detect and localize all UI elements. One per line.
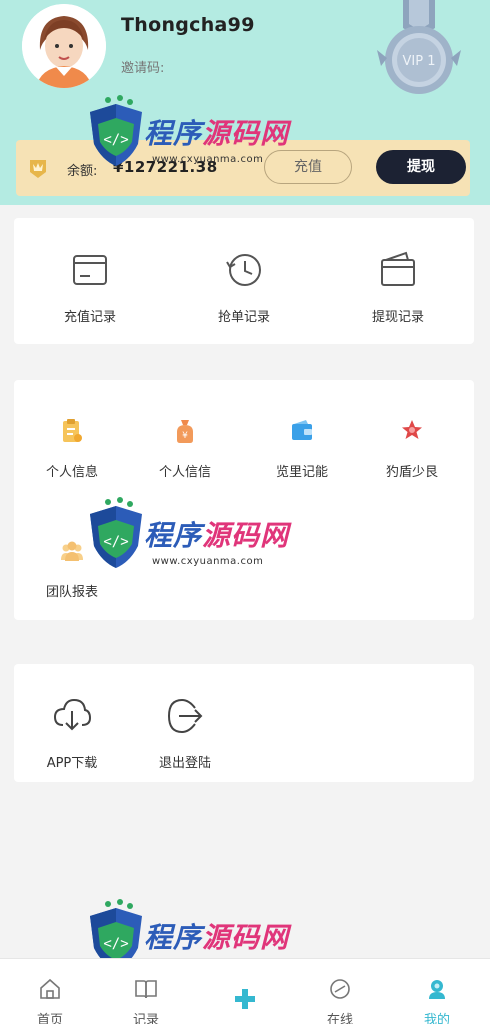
logout-label: 退出登陆: [158, 756, 211, 771]
withdraw-records-item[interactable]: 提现记录: [358, 250, 438, 325]
watermark-title: 程序源码网: [144, 117, 290, 150]
app-download-label: APP下载: [46, 756, 98, 771]
svg-text:¥: ¥: [182, 431, 188, 441]
book-icon: [135, 980, 157, 999]
crown-badge-icon: [30, 160, 46, 178]
chat-icon: [330, 979, 350, 999]
team-level-item[interactable]: 犳盾少艮: [374, 418, 450, 480]
team-icon: [61, 541, 83, 561]
records-card: 充值记录 抢单记录 提现记录: [14, 218, 474, 344]
user-icon: [429, 980, 445, 999]
nav-mine-label: 我的: [423, 1013, 450, 1024]
watermark-title: 程序源码网: [144, 921, 290, 954]
username: Thongcha99: [121, 14, 255, 36]
avatar-girl-icon: [22, 4, 106, 88]
personal-info-label: 个人信息: [45, 465, 98, 480]
withdraw-records-label: 提现记录: [371, 310, 424, 325]
actions-card: APP下载 退出登陆: [14, 664, 474, 782]
logout-item[interactable]: 退出登陆: [147, 696, 223, 771]
nav-records-label: 记录: [132, 1013, 159, 1024]
watermark-logo: </> 程序源码网 www.cxyuanma.com: [86, 496, 336, 596]
wallet-blue-icon: [292, 420, 312, 440]
cloud-download-icon: [53, 698, 92, 731]
watermark-title: 程序源码网: [144, 519, 290, 552]
withdraw-button[interactable]: 提现: [376, 150, 466, 184]
nav-center[interactable]: [215, 977, 275, 1019]
recharge-records-label: 充值记录: [63, 310, 116, 325]
nav-online[interactable]: 在线: [310, 977, 370, 1024]
svg-text:VIP 1: VIP 1: [403, 54, 436, 69]
svg-text:</>: </>: [103, 132, 128, 148]
plus-icon: [235, 989, 255, 1009]
nav-records[interactable]: 记录: [116, 977, 176, 1024]
personal-letter-label: 个人信信: [158, 465, 211, 480]
svg-text:</>: </>: [103, 936, 128, 952]
shield-code-icon: </>: [90, 497, 142, 568]
nav-home-label: 首页: [36, 1013, 63, 1024]
app-download-item[interactable]: APP下载: [34, 696, 110, 771]
clipboard-icon: [63, 419, 82, 442]
order-records-label: 抢单记录: [217, 310, 270, 325]
shield-code-icon: </>: [90, 95, 142, 166]
watermark-url: www.cxyuanma.com: [152, 154, 264, 165]
watermark-logo: </> 程序源码网 www.cxyuanma.com: [86, 94, 336, 194]
star-badge-icon: [402, 420, 422, 439]
home-icon: [40, 978, 60, 999]
bill-record-item[interactable]: 览里记能: [264, 418, 340, 480]
money-bag-icon: ¥: [177, 420, 193, 443]
order-records-item[interactable]: 抢单记录: [204, 250, 284, 325]
card-icon: [73, 255, 107, 285]
personal-letter-item[interactable]: ¥ 个人信信: [147, 418, 223, 480]
wallet-icon: [381, 251, 415, 286]
vip-medal-icon: VIP 1: [377, 0, 461, 94]
bottom-nav: 首页 记录 在线 我的: [0, 958, 490, 1024]
watermark-url: www.cxyuanma.com: [152, 556, 264, 567]
svg-text:</>: </>: [103, 534, 128, 550]
nav-mine[interactable]: 我的: [407, 977, 467, 1024]
invite-code-label: 邀请码:: [121, 61, 165, 76]
vip-badge: VIP 1: [373, 0, 465, 102]
history-clock-icon: [226, 254, 261, 286]
recharge-records-item[interactable]: 充值记录: [50, 250, 130, 325]
team-level-label: 犳盾少艮: [385, 465, 438, 480]
nav-online-label: 在线: [326, 1013, 353, 1024]
avatar[interactable]: [22, 4, 106, 88]
bill-record-label: 览里记能: [275, 465, 328, 480]
logout-icon: [167, 698, 203, 734]
personal-info-item[interactable]: 个人信息: [34, 418, 110, 480]
nav-home[interactable]: 首页: [20, 977, 80, 1024]
